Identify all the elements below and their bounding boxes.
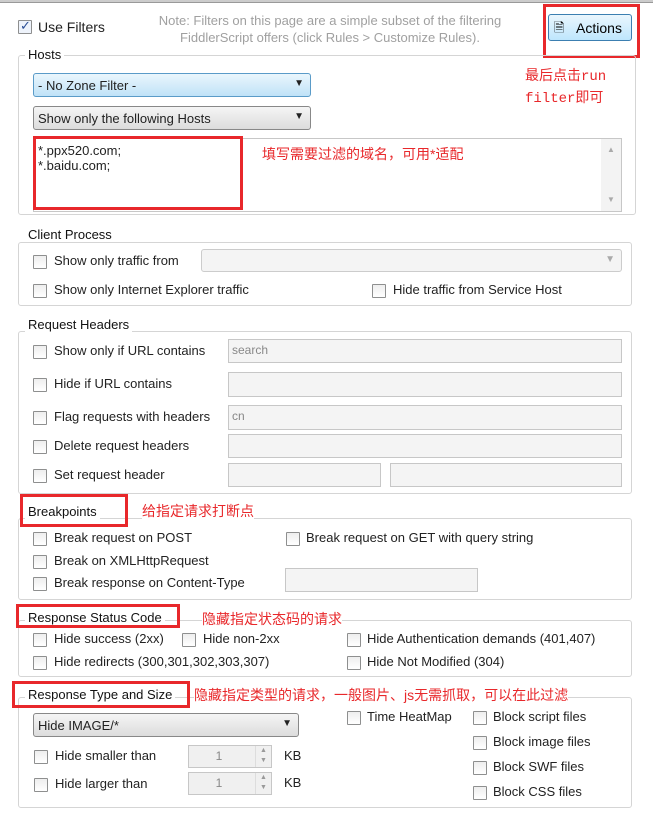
flag-headers-checkbox[interactable]: [33, 411, 47, 425]
block-swf-label: Block SWF files: [493, 759, 585, 774]
client-process-title: Client Process: [25, 227, 115, 242]
hide-larger-label: Hide larger than: [55, 776, 148, 791]
block-swf-checkbox[interactable]: [473, 761, 487, 775]
flag-headers-input[interactable]: cn: [228, 405, 622, 430]
larger-size-stepper[interactable]: 1 ▲ ▼: [188, 772, 272, 795]
kb-label: KB: [284, 775, 302, 790]
hide-non2xx-checkbox[interactable]: [182, 633, 196, 647]
content-type-input[interactable]: [285, 568, 478, 592]
filters-note: Note: Filters on this page are a simple …: [159, 12, 502, 46]
break-post-checkbox[interactable]: [33, 532, 47, 546]
set-header-checkbox[interactable]: [33, 469, 47, 483]
chevron-down-icon: ▼: [294, 111, 304, 122]
block-script-label: Block script files: [493, 709, 587, 724]
url-contains-checkbox[interactable]: [33, 345, 47, 359]
break-xhr-label: Break on XMLHttpRequest: [54, 553, 209, 568]
host-filter-dropdown[interactable]: Show only the following Hosts ▼: [33, 106, 311, 130]
show-only-ie-checkbox[interactable]: [33, 284, 47, 298]
use-filters-checkbox[interactable]: [18, 18, 32, 34]
hide-smaller-checkbox[interactable]: [34, 750, 48, 764]
hide-smaller-label: Hide smaller than: [55, 748, 157, 763]
break-post-label: Break request on POST: [54, 530, 193, 545]
url-contains-input[interactable]: search: [228, 339, 622, 363]
hide-service-host-checkbox[interactable]: [372, 284, 386, 298]
hide-redirects-label: Hide redirects (300,301,302,303,307): [54, 654, 270, 669]
hide-auth-checkbox[interactable]: [347, 633, 361, 647]
time-heatmap-label: Time HeatMap: [367, 709, 452, 724]
break-xhr-checkbox[interactable]: [33, 555, 47, 569]
request-headers-title: Request Headers: [25, 317, 133, 332]
scrollbar[interactable]: ▲ ▼: [601, 139, 621, 211]
annotation-type: 隐藏指定类型的请求，一般图片、js无需抓取，可以在此过滤: [194, 685, 569, 705]
show-only-traffic-label: Show only traffic from: [54, 253, 179, 268]
flag-headers-label: Flag requests with headers: [54, 409, 211, 424]
hide-success-checkbox[interactable]: [33, 633, 47, 647]
annotation-status: 隐藏指定状态码的请求: [202, 609, 342, 629]
tab-strip: [0, 0, 653, 3]
annotation-hosts: 填写需要过滤的域名，可用*适配: [262, 146, 464, 162]
url-contains-label: Show only if URL contains: [54, 343, 206, 358]
break-content-type-label: Break response on Content-Type: [54, 575, 245, 590]
show-only-ie-label: Show only Internet Explorer traffic: [54, 282, 249, 297]
annotation-breakpoints: 给指定请求打断点: [142, 501, 254, 521]
use-filters-label: Use Filters: [38, 19, 105, 35]
annotation-box-type: [12, 681, 190, 708]
annotation-box-breakpoints: [20, 494, 128, 527]
annotation-box-status: [16, 604, 180, 628]
note-line-2: FiddlerScript offers (click Rules > Cust…: [180, 30, 480, 45]
type-filter-dropdown[interactable]: Hide IMAGE/* ▼: [33, 713, 299, 737]
hide-larger-checkbox[interactable]: [34, 778, 48, 792]
note-line-1: Note: Filters on this page are a simple …: [158, 13, 502, 28]
hide-service-host-label: Hide traffic from Service Host: [393, 282, 562, 297]
delete-headers-checkbox[interactable]: [33, 440, 47, 454]
set-header-name-input[interactable]: [228, 463, 381, 487]
hide-not-modified-checkbox[interactable]: [347, 656, 361, 670]
block-image-checkbox[interactable]: [473, 736, 487, 750]
break-get-checkbox[interactable]: [286, 532, 300, 546]
hosts-title: Hosts: [25, 47, 65, 62]
chevron-down-icon: ▼: [294, 78, 304, 89]
hide-url-label: Hide if URL contains: [54, 376, 173, 391]
break-get-label: Break request on GET with query string: [306, 530, 534, 545]
hide-url-checkbox[interactable]: [33, 378, 47, 392]
delete-headers-label: Delete request headers: [54, 438, 190, 453]
block-image-label: Block image files: [493, 734, 591, 749]
set-header-value-input[interactable]: [390, 463, 622, 487]
process-dropdown[interactable]: ▼: [201, 249, 622, 272]
hide-non2xx-label: Hide non-2xx: [203, 631, 280, 646]
show-only-traffic-checkbox[interactable]: [33, 255, 47, 269]
set-header-label: Set request header: [54, 467, 165, 482]
annotation-box-actions: [543, 4, 640, 58]
break-content-type-checkbox[interactable]: [33, 577, 47, 591]
annotation-box-hosts: [33, 136, 243, 210]
hide-redirects-checkbox[interactable]: [33, 656, 47, 670]
hide-success-label: Hide success (2xx): [54, 631, 164, 646]
block-script-checkbox[interactable]: [473, 711, 487, 725]
hide-url-input[interactable]: [228, 372, 622, 397]
time-heatmap-checkbox[interactable]: [347, 711, 361, 725]
zone-filter-dropdown[interactable]: - No Zone Filter - ▼: [33, 73, 311, 97]
chevron-down-icon: ▼: [605, 254, 615, 265]
chevron-down-icon: ▼: [282, 718, 292, 729]
hide-not-modified-label: Hide Not Modified (304): [367, 654, 505, 669]
block-css-checkbox[interactable]: [473, 786, 487, 800]
hide-auth-label: Hide Authentication demands (401,407): [367, 631, 596, 646]
kb-label: KB: [284, 748, 302, 763]
smaller-size-stepper[interactable]: 1 ▲ ▼: [188, 745, 272, 768]
delete-headers-input[interactable]: [228, 434, 622, 458]
block-css-label: Block CSS files: [493, 784, 582, 799]
